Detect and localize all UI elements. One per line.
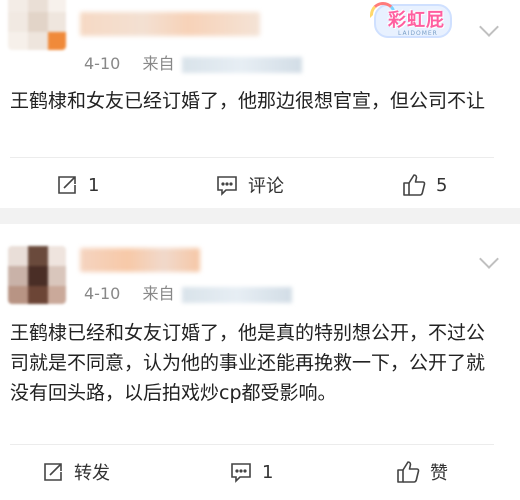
avatar[interactable] xyxy=(8,0,66,50)
comment-button[interactable]: 1 xyxy=(230,450,273,494)
like-label: 赞 xyxy=(430,463,448,484)
thumbs-up-icon xyxy=(397,461,420,483)
action-bar: 1 评论 5 xyxy=(0,163,520,207)
source-label: 来自 xyxy=(142,284,175,303)
divider xyxy=(10,157,494,158)
action-bar: 转发 1 赞 xyxy=(0,450,520,494)
comment-label: 评论 xyxy=(248,176,284,197)
source-label: 来自 xyxy=(142,54,175,73)
post-card: 4-10 来自 王鹤棣已经和女友订婚了，他是真的特别想公开，不过公司就是不同意，… xyxy=(0,224,520,500)
repost-icon xyxy=(58,176,76,194)
username-redacted[interactable] xyxy=(80,248,200,272)
chevron-down-icon[interactable] xyxy=(479,17,499,37)
like-count: 5 xyxy=(436,174,448,196)
rainbow-badge: 彩虹屁 LAIDOMER xyxy=(368,0,454,44)
repost-count: 1 xyxy=(88,174,100,196)
post-card: 4-10 来自 彩虹屁 LAIDOMER 王鹤棣和女友已经订婚了，他那边很想官宣… xyxy=(0,0,520,208)
post-meta: 4-10 来自 xyxy=(84,280,292,304)
post-content: 王鹤棣已经和女友订婚了，他是真的特别想公开，不过公司就是不同意，认为他的事业还能… xyxy=(10,322,486,404)
thumbs-up-icon xyxy=(403,174,426,196)
badge-subtext: LAIDOMER xyxy=(398,30,438,37)
divider xyxy=(10,444,494,445)
comment-icon xyxy=(231,463,251,483)
like-button[interactable]: 赞 xyxy=(396,450,448,494)
badge-text: 彩虹屁 xyxy=(388,10,445,31)
username-redacted[interactable] xyxy=(80,12,260,36)
comment-button[interactable]: 评论 xyxy=(216,163,284,207)
comment-count: 1 xyxy=(262,461,274,483)
post-content: 王鹤棣和女友已经订婚了，他那边很想官宣，但公司不让 xyxy=(10,90,486,112)
avatar[interactable] xyxy=(8,246,66,304)
source-redacted xyxy=(181,286,292,303)
repost-icon xyxy=(44,463,62,481)
post-date: 4-10 xyxy=(84,284,121,303)
post-date: 4-10 xyxy=(84,54,121,73)
post-meta: 4-10 来自 xyxy=(84,50,302,74)
like-button[interactable]: 5 xyxy=(402,163,447,207)
repost-button[interactable]: 1 xyxy=(56,163,99,207)
chevron-down-icon[interactable] xyxy=(479,249,499,269)
comment-icon xyxy=(217,176,237,196)
repost-button[interactable]: 转发 xyxy=(42,450,110,494)
repost-label: 转发 xyxy=(74,463,110,484)
source-redacted xyxy=(181,56,302,73)
